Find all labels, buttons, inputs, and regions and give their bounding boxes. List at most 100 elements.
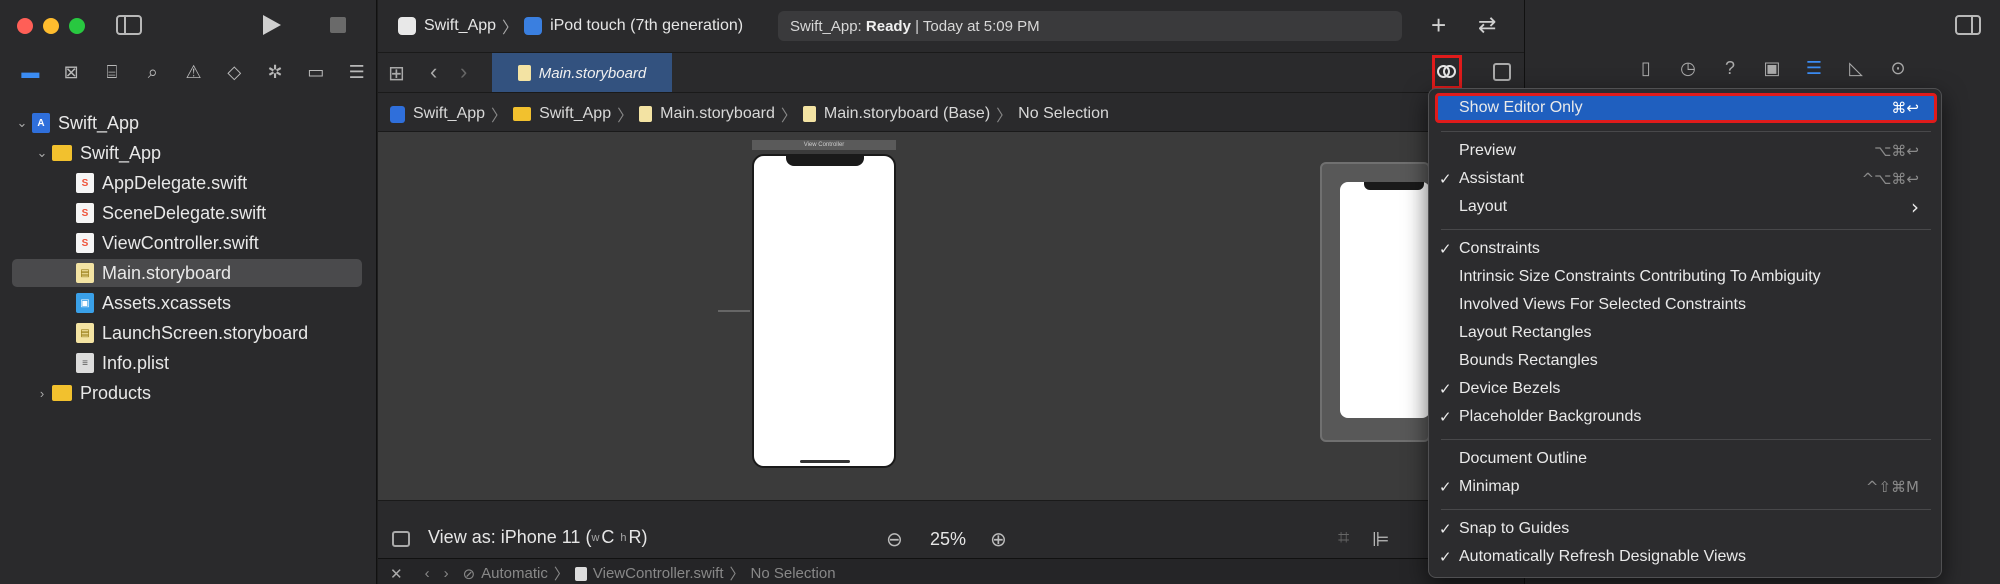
chevron-right-icon: 〉 [780,108,797,125]
size-inspector-icon[interactable]: ◺ [1835,58,1877,79]
breadcrumb-item[interactable]: Swift_App [413,105,485,123]
tree-file[interactable]: ≡ Info.plist [12,349,362,377]
test-icon[interactable]: ◇ [214,58,255,86]
menu-item-bounds-rectangles[interactable]: Bounds Rectangles [1459,347,1929,375]
scheme-selector[interactable]: Swift_App 〉 iPod touch (7th generation) [398,14,743,38]
menu-item-label: Constraints [1459,240,1540,257]
breakpoint-icon[interactable]: ▭ [295,58,336,86]
debug-icon[interactable]: ✲ [255,58,296,86]
minimize-window-button[interactable] [43,18,59,34]
adjust-editor-options-icon[interactable] [1432,55,1462,89]
menu-item-involved-views[interactable]: Involved Views For Selected Constraints [1459,291,1929,319]
chevron-down-icon[interactable]: ⌄ [12,115,32,131]
checkmark-icon: ✓ [1439,549,1452,566]
report-icon[interactable]: ☰ [336,58,377,86]
run-icon[interactable] [263,15,281,35]
search-icon[interactable]: ⌕ [132,58,173,86]
menu-item-label: Snap to Guides [1459,520,1570,537]
breadcrumb-item[interactable]: No Selection [1018,105,1109,123]
breadcrumb: Swift_App 〉 Swift_App 〉 Main.storyboard … [390,102,1109,126]
tree-file[interactable]: S ViewController.swift [12,229,362,257]
warning-icon[interactable]: ⚠ [173,58,214,86]
storyboard-file-icon: ▤ [76,323,94,343]
automatic-label[interactable]: Automatic [481,565,548,582]
storyboard-canvas[interactable]: View Controller [378,132,1524,514]
view-as-selector[interactable]: View as: iPhone 11 ( w C h R) [428,527,648,548]
menu-item-placeholder-backgrounds[interactable]: ✓ Placeholder Backgrounds [1439,403,1929,431]
tree-root[interactable]: ⌄ A Swift_App [12,109,362,137]
connections-inspector-icon[interactable]: ⊙ [1877,58,1919,79]
menu-item-constraints[interactable]: ✓ Constraints [1439,235,1929,263]
tree-file[interactable]: ▣ Assets.xcassets [12,289,362,317]
source-control-icon[interactable]: ⊠ [51,58,92,86]
breadcrumb-item[interactable]: Swift_App [539,105,611,123]
swap-icon[interactable]: ⇄ [1478,12,1496,38]
forward-icon[interactable]: › [444,565,449,582]
automatic-icon: ⊘ [462,565,476,583]
forward-icon[interactable]: › [460,59,467,85]
status-app: Swift_App: [790,17,862,35]
tree-products[interactable]: › Products [12,379,362,407]
device-notch [786,154,864,166]
menu-item-show-editor-only[interactable]: Show Editor Only ⌘↩ [1459,94,1929,122]
close-window-button[interactable] [17,18,33,34]
menu-separator [1441,509,1931,510]
chevron-right-icon[interactable]: › [32,386,52,401]
menu-item-intrinsic-size[interactable]: Intrinsic Size Constraints Contributing … [1459,263,1929,291]
menu-item-preview[interactable]: Preview ⌥⌘↩ [1459,137,1929,165]
menu-item-layout[interactable]: Layout › [1459,193,1929,221]
menu-item-label: Device Bezels [1459,380,1561,397]
zoom-in-icon[interactable]: ⊕ [990,527,1007,552]
add-editor-icon[interactable] [1493,63,1511,81]
checkmark-icon: ✓ [1439,381,1452,398]
file-label[interactable]: ViewController.swift [593,565,724,582]
secondary-scene[interactable] [1320,162,1430,442]
update-frames-icon[interactable]: ⌗ [1338,527,1349,550]
stop-icon[interactable] [330,17,346,33]
grid-icon[interactable]: ⊞ [388,61,405,86]
breadcrumb-item[interactable]: Main.storyboard (Base) [824,105,990,123]
attributes-inspector-icon[interactable]: ☰ [1793,58,1835,79]
toggle-outline-icon[interactable] [392,531,410,547]
folder-icon[interactable]: ▬ [10,58,51,86]
history-inspector-icon[interactable]: ◷ [1667,58,1709,79]
tree-file-selected[interactable]: ▤ Main.storyboard [12,259,362,287]
zoom-window-button[interactable] [69,18,85,34]
tab-main-storyboard[interactable]: Main.storyboard [492,53,672,93]
close-icon[interactable]: ✕ [390,565,403,583]
zoom-out-icon[interactable]: ⊖ [886,527,903,552]
tree-file[interactable]: ▤ LaunchScreen.storyboard [12,319,362,347]
menu-item-label: Assistant [1459,170,1524,187]
chevron-down-icon[interactable]: ⌄ [32,145,52,161]
editor-options-menu: Show Editor Only ⌘↩ Preview ⌥⌘↩ ✓ Assist… [1428,88,1942,578]
align-icon[interactable]: ⊫ [1372,527,1389,552]
breadcrumb-item[interactable]: Main.storyboard [660,105,775,123]
menu-item-layout-rectangles[interactable]: Layout Rectangles [1459,319,1929,347]
menu-item-snap-to-guides[interactable]: ✓ Snap to Guides [1439,515,1929,543]
add-library-icon[interactable]: + [1431,10,1446,41]
entry-arrow[interactable] [718,310,750,312]
toggle-inspector-icon[interactable] [1955,15,1981,35]
file-label: LaunchScreen.storyboard [102,322,309,343]
identity-inspector-icon[interactable]: ▣ [1751,58,1793,79]
menu-item-assistant[interactable]: ✓ Assistant ^⌥⌘↩ [1439,165,1929,193]
menu-item-refresh-designable[interactable]: ✓ Automatically Refresh Designable Views [1439,543,1929,571]
back-icon[interactable]: ‹ [430,59,437,85]
menu-item-minimap[interactable]: ✓ Minimap ^⇧⌘M [1439,473,1929,501]
back-icon[interactable]: ‹ [425,565,430,582]
tree-file[interactable]: S SceneDelegate.swift [12,199,362,227]
help-inspector-icon[interactable]: ? [1709,58,1751,79]
iphone-scene[interactable] [752,154,896,468]
tree-group[interactable]: ⌄ Swift_App [12,139,362,167]
selection-label[interactable]: No Selection [751,565,836,582]
toggle-navigator-icon[interactable] [116,15,142,35]
symbol-icon[interactable]: ⌸ [92,58,133,86]
plist-file-icon: ≡ [76,353,94,373]
scene-title-bar[interactable]: View Controller [752,140,896,150]
menu-item-document-outline[interactable]: Document Outline [1459,445,1929,473]
tree-file[interactable]: S AppDelegate.swift [12,169,362,197]
assistant-jump-bar: ✕ ‹ › ⊘ Automatic 〉 ViewController.swift… [378,558,1524,584]
file-label: Main.storyboard [102,262,232,283]
file-inspector-icon[interactable]: ▯ [1625,58,1667,79]
menu-item-device-bezels[interactable]: ✓ Device Bezels [1439,375,1929,403]
